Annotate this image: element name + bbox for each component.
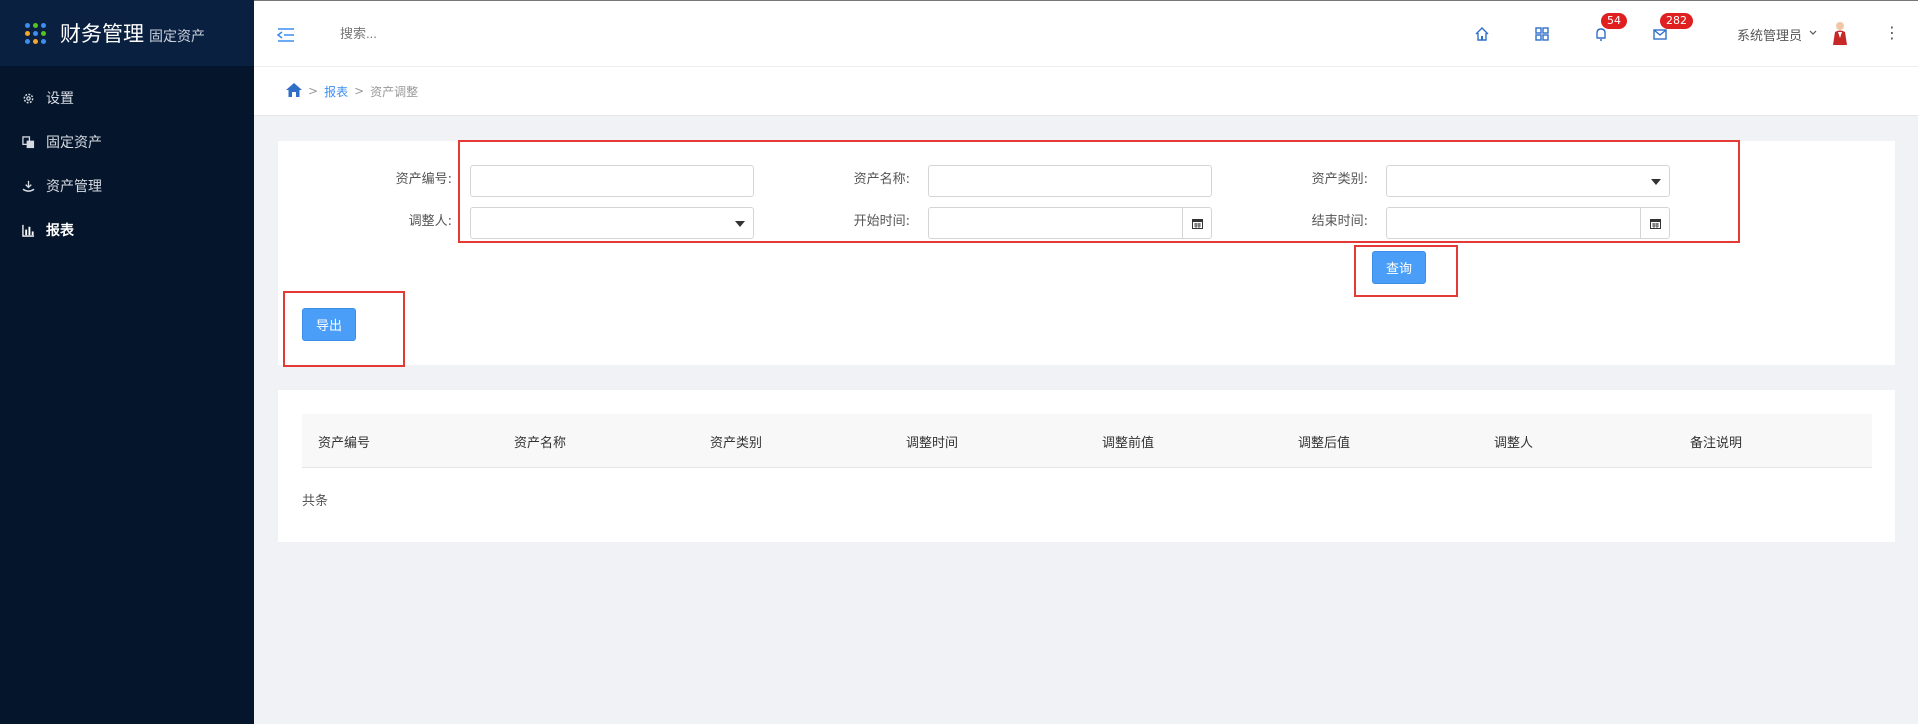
home-icon[interactable] xyxy=(1473,25,1491,43)
brand-title: 财务管理 xyxy=(60,22,144,46)
results-panel: 资产编号 资产名称 资产类别 调整时间 调整前值 调整后值 调整人 备注说明 共… xyxy=(278,390,1895,542)
adjuster-label: 调整人: xyxy=(408,214,452,229)
breadcrumb-current: 资产调整 xyxy=(370,84,419,99)
calendar-icon[interactable] xyxy=(1182,208,1211,238)
asset-category-label: 资产类别: xyxy=(1311,172,1368,187)
user-name: 系统管理员 xyxy=(1737,29,1803,44)
asset-code-input[interactable] xyxy=(470,165,754,197)
sidebar-item-reports[interactable]: 报表 xyxy=(0,208,254,252)
column-header[interactable]: 资产类别 xyxy=(710,432,762,451)
filter-panel: 资产编号: 资产名称: 资产类别: 调整人: 开始时间: 结束时间: 查询 导出 xyxy=(278,141,1895,365)
search-input[interactable] xyxy=(340,26,540,41)
dropdown-caret-icon xyxy=(1651,179,1661,185)
adjuster-select[interactable] xyxy=(470,207,754,239)
sidebar-item-label: 设置 xyxy=(46,91,74,107)
column-header[interactable]: 资产编号 xyxy=(318,432,370,451)
user-menu[interactable]: 系统管理员 xyxy=(1737,25,1818,44)
message-badge: 282 xyxy=(1660,13,1693,29)
bell-icon[interactable]: 54 xyxy=(1592,13,1627,43)
query-button[interactable]: 查询 xyxy=(1372,251,1426,284)
column-header[interactable]: 资产名称 xyxy=(514,432,566,451)
start-time-label: 开始时间: xyxy=(853,214,910,229)
sidebar-item-asset-management[interactable]: 资产管理 xyxy=(0,164,254,208)
mail-icon[interactable]: 282 xyxy=(1651,13,1693,43)
asset-name-label: 资产名称: xyxy=(853,172,910,187)
total-count: 共条 xyxy=(302,494,329,509)
more-vertical-icon[interactable]: ⋮ xyxy=(1884,23,1900,42)
gear-icon xyxy=(22,92,35,105)
column-header[interactable]: 备注说明 xyxy=(1690,432,1742,451)
sidebar-item-label: 固定资产 xyxy=(46,135,102,151)
table-header: 资产编号 资产名称 资产类别 调整时间 调整前值 调整后值 调整人 备注说明 xyxy=(302,414,1872,468)
bar-chart-icon xyxy=(22,224,35,237)
calendar-icon[interactable] xyxy=(1640,208,1669,238)
asset-category-select[interactable] xyxy=(1386,165,1670,197)
export-button[interactable]: 导出 xyxy=(302,308,356,341)
column-header[interactable]: 调整后值 xyxy=(1298,432,1350,451)
notification-badge: 54 xyxy=(1601,13,1627,29)
asset-code-label: 资产编号: xyxy=(395,172,452,187)
home-icon[interactable] xyxy=(286,82,302,100)
start-time-input[interactable] xyxy=(928,207,1212,239)
breadcrumb-separator: > xyxy=(354,84,365,98)
breadcrumb-link-reports[interactable]: 报表 xyxy=(324,83,348,100)
sidebar-header: 财务管理 固定资产 xyxy=(0,0,254,66)
avatar[interactable] xyxy=(1832,21,1848,45)
apps-icon[interactable] xyxy=(1533,25,1551,43)
chevron-down-icon xyxy=(1808,27,1818,42)
sidebar: 财务管理 固定资产 设置 固定资产 资产管理 报表 xyxy=(0,0,254,724)
column-header[interactable]: 调整时间 xyxy=(906,432,958,451)
column-header[interactable]: 调整人 xyxy=(1494,432,1533,451)
sidebar-item-fixed-assets[interactable]: 固定资产 xyxy=(0,120,254,164)
dropdown-caret-icon xyxy=(735,221,745,227)
asset-manage-icon xyxy=(22,180,35,193)
end-time-label: 结束时间: xyxy=(1311,214,1368,229)
menu-collapse-icon[interactable] xyxy=(276,25,296,45)
sidebar-item-label: 资产管理 xyxy=(46,179,102,195)
breadcrumb: > 报表 > 资产调整 xyxy=(254,66,1918,116)
sidebar-item-settings[interactable]: 设置 xyxy=(0,76,254,120)
assets-icon xyxy=(22,135,35,149)
sidebar-menu: 设置 固定资产 资产管理 报表 xyxy=(0,66,254,252)
breadcrumb-separator: > xyxy=(308,84,319,98)
column-header[interactable]: 调整前值 xyxy=(1102,432,1154,451)
asset-name-input[interactable] xyxy=(928,165,1212,197)
brand-subtitle: 固定资产 xyxy=(149,28,205,45)
top-header: 54 282 系统管理员 ⋮ xyxy=(254,0,1918,66)
apps-grid-icon[interactable] xyxy=(25,22,46,44)
sidebar-item-label: 报表 xyxy=(46,223,74,239)
end-time-input[interactable] xyxy=(1386,207,1670,239)
